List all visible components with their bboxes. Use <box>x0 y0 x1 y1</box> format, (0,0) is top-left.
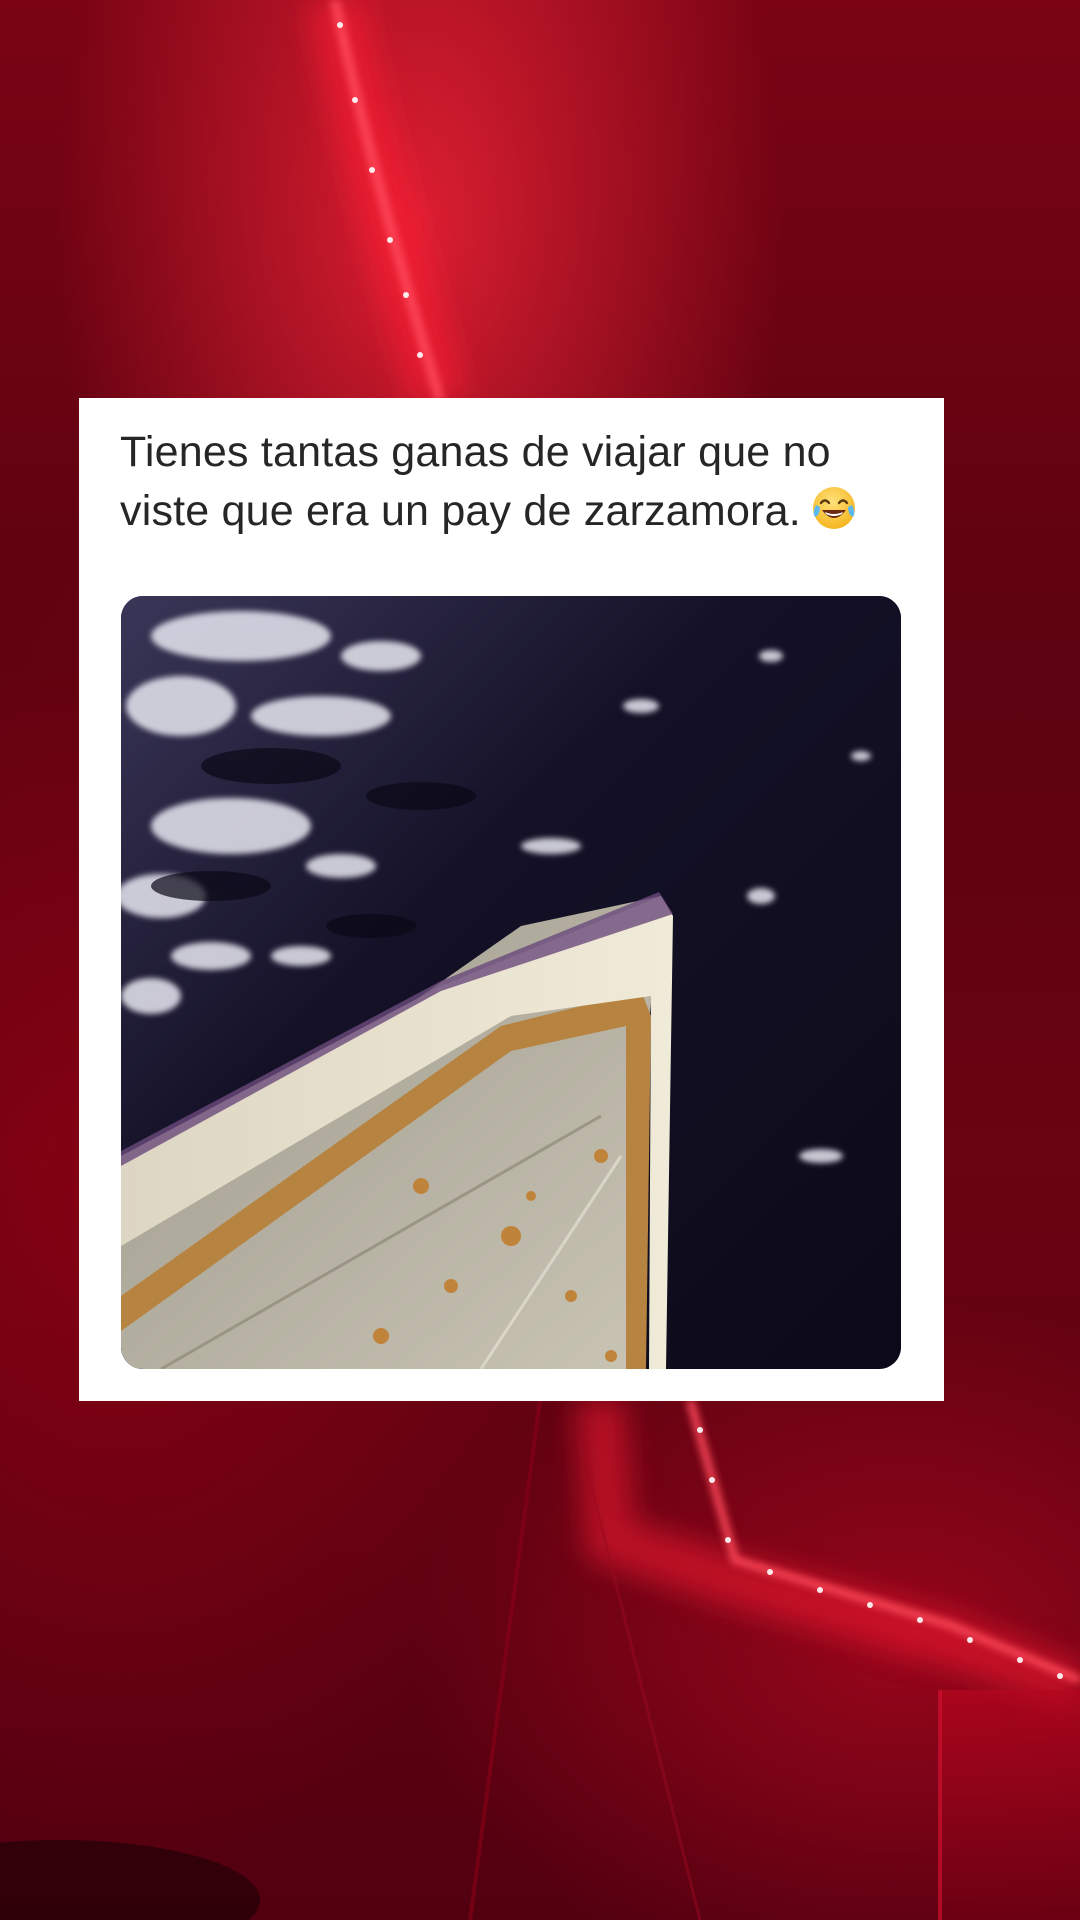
story-background: Tienes tantas ganas de viajar que no vis… <box>0 0 1080 1920</box>
blackberry-pie-photo <box>121 596 901 1369</box>
post-caption: Tienes tantas ganas de viajar que no vis… <box>120 423 910 541</box>
face-with-tears-of-joy-icon <box>811 485 857 531</box>
post-card: Tienes tantas ganas de viajar que no vis… <box>79 398 944 1401</box>
post-caption-text: Tienes tantas ganas de viajar que no vis… <box>120 428 831 535</box>
pie-illustration <box>121 596 901 1369</box>
